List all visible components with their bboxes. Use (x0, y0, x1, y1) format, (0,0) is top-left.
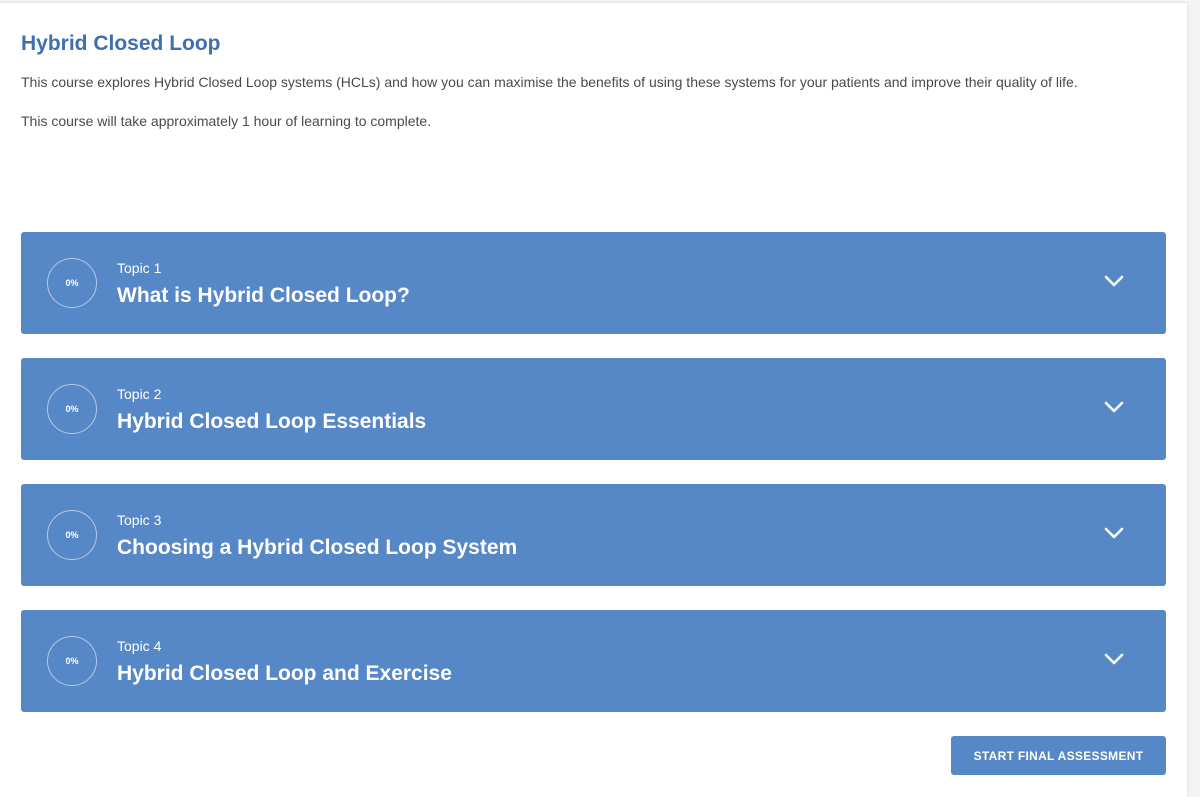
topic-title: Choosing a Hybrid Closed Loop System (117, 536, 518, 559)
topic-number: Topic 1 (117, 260, 162, 276)
progress-label: 0% (65, 656, 79, 666)
progress-ring: 0% (47, 384, 97, 434)
progress-label: 0% (65, 278, 79, 288)
chevron-down-icon[interactable] (1104, 652, 1124, 666)
topic-number: Topic 2 (117, 386, 162, 402)
progress-label: 0% (65, 530, 79, 540)
course-description: This course explores Hybrid Closed Loop … (21, 74, 1078, 90)
topic-title: What is Hybrid Closed Loop? (117, 284, 410, 307)
progress-ring: 0% (47, 510, 97, 560)
course-title: Hybrid Closed Loop (21, 32, 221, 55)
chevron-down-icon[interactable] (1104, 274, 1124, 288)
chevron-down-icon[interactable] (1104, 526, 1124, 540)
start-final-assessment-button[interactable]: START FINAL ASSESSMENT (951, 736, 1166, 775)
course-card: Hybrid Closed Loop This course explores … (0, 3, 1187, 797)
topic-title: Hybrid Closed Loop and Exercise (117, 662, 452, 685)
course-duration: This course will take approximately 1 ho… (21, 113, 432, 129)
progress-ring: 0% (47, 258, 97, 308)
topic-4-accordion[interactable]: 0% Topic 4 Hybrid Closed Loop and Exerci… (21, 610, 1166, 712)
topic-3-accordion[interactable]: 0% Topic 3 Choosing a Hybrid Closed Loop… (21, 484, 1166, 586)
topic-number: Topic 4 (117, 638, 162, 654)
progress-ring: 0% (47, 636, 97, 686)
chevron-down-icon[interactable] (1104, 400, 1124, 414)
topic-1-accordion[interactable]: 0% Topic 1 What is Hybrid Closed Loop? (21, 232, 1166, 334)
topic-2-accordion[interactable]: 0% Topic 2 Hybrid Closed Loop Essentials (21, 358, 1166, 460)
progress-label: 0% (65, 404, 79, 414)
topic-number: Topic 3 (117, 512, 162, 528)
topic-title: Hybrid Closed Loop Essentials (117, 410, 427, 433)
